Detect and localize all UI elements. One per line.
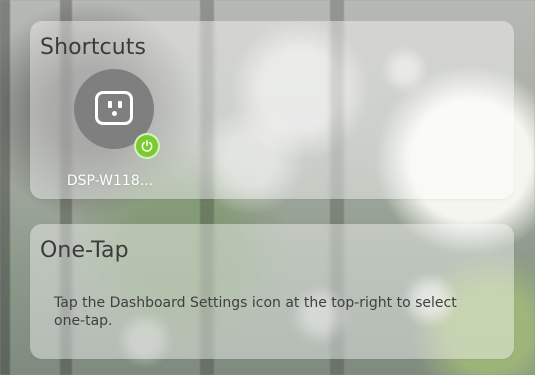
shortcut-tile-device[interactable]: DSP-W118...: [67, 69, 180, 189]
smart-plug-icon: [95, 91, 133, 125]
one-tap-title: One-Tap: [40, 238, 129, 263]
plug-slot-left: [108, 101, 112, 108]
plug-slot-right: [118, 101, 122, 108]
shortcuts-title: Shortcuts: [40, 35, 147, 60]
one-tap-card: One-Tap Tap the Dashboard Settings icon …: [30, 224, 514, 359]
device-name: DSP-W118...: [66, 173, 154, 189]
dashboard-screen: Shortcuts DSP-W118... One-Tap Tap the Da…: [0, 0, 535, 375]
power-icon: [141, 139, 153, 152]
power-toggle[interactable]: [134, 133, 160, 159]
plug-ground-hole: [112, 111, 117, 116]
shortcuts-card: Shortcuts DSP-W118...: [30, 21, 514, 199]
one-tap-description: Tap the Dashboard Settings icon at the t…: [54, 295, 457, 329]
